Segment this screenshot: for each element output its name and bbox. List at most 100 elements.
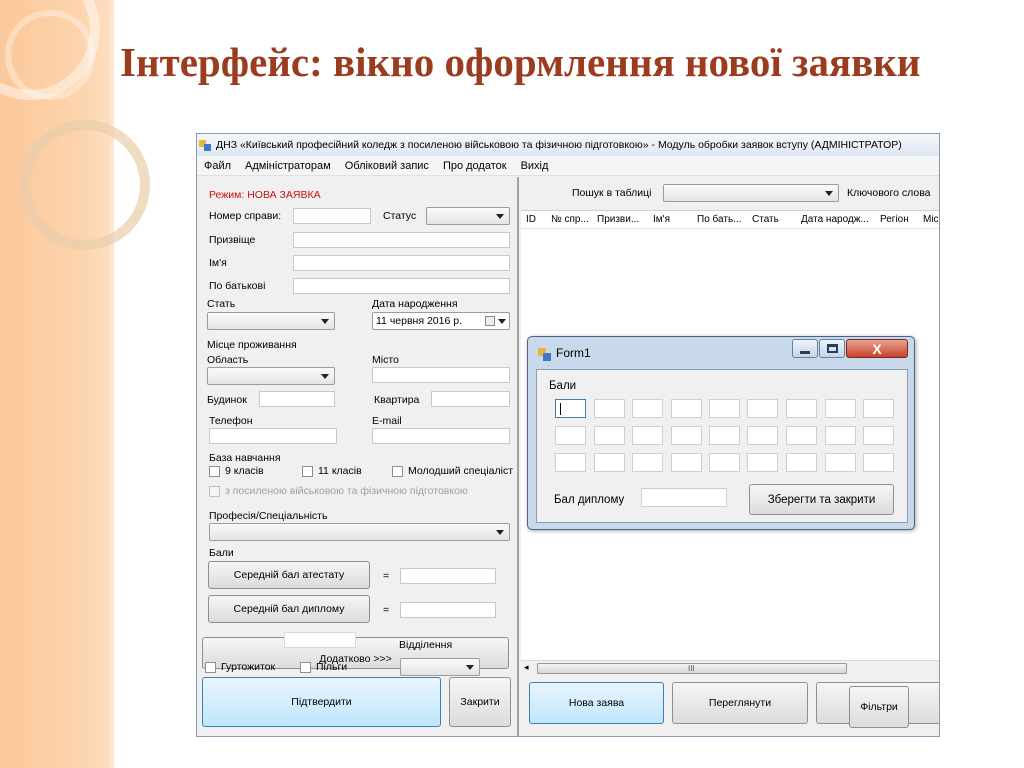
department-label: Відділення <box>399 639 453 651</box>
checkbox-box <box>300 661 311 673</box>
region-label: Область <box>207 354 249 366</box>
education-label: База навчання <box>209 452 281 464</box>
filters-button[interactable]: Фільтри <box>849 686 909 728</box>
score-input[interactable] <box>594 426 625 445</box>
birth-date-picker[interactable]: 11 червня 2016 р. <box>372 312 510 330</box>
score-input[interactable] <box>632 399 663 418</box>
score-input[interactable] <box>555 453 586 472</box>
close-button[interactable]: X <box>846 339 908 358</box>
chevron-down-icon <box>321 374 329 379</box>
score-input[interactable] <box>747 426 778 445</box>
avg-certificate-value[interactable] <box>400 568 496 584</box>
confirm-button[interactable]: Підтвердити <box>202 677 441 727</box>
grade11-checkbox[interactable]: 11 класів <box>302 465 362 477</box>
case-number-label: Номер справи: <box>209 210 282 222</box>
avg-diploma-value[interactable] <box>400 602 496 618</box>
column-header[interactable]: ID <box>526 214 536 225</box>
column-header[interactable]: Стать <box>752 214 779 225</box>
score-input[interactable] <box>594 399 625 418</box>
avg-diploma-button[interactable]: Середній бал диплому <box>208 595 370 623</box>
minimize-button[interactable] <box>792 339 818 358</box>
patronymic-input[interactable] <box>293 278 510 294</box>
junior-specialist-checkbox[interactable]: Молодший спеціаліст <box>392 465 513 477</box>
surname-input[interactable] <box>293 232 510 248</box>
military-checkbox[interactable]: з посиленою військовою та фізичною підго… <box>209 485 468 497</box>
score-input[interactable] <box>594 453 625 472</box>
maximize-button[interactable] <box>819 339 845 358</box>
score-input[interactable] <box>709 453 740 472</box>
score-input[interactable] <box>786 399 817 418</box>
column-header[interactable]: Дата народж... <box>801 214 869 225</box>
score-input[interactable] <box>825 426 856 445</box>
status-select[interactable] <box>426 207 510 225</box>
name-input[interactable] <box>293 255 510 271</box>
dormitory-checkbox[interactable]: Гуртожиток <box>205 661 275 673</box>
score-input[interactable] <box>555 399 586 418</box>
score-input[interactable] <box>709 426 740 445</box>
profession-select[interactable] <box>209 523 510 541</box>
residence-label: Місце проживання <box>207 339 297 351</box>
score-input[interactable] <box>863 426 894 445</box>
column-header[interactable]: Міс <box>923 214 939 225</box>
city-input[interactable] <box>372 367 510 383</box>
grade11-label: 11 класів <box>318 465 362 477</box>
score-input[interactable] <box>671 426 702 445</box>
scroll-left-icon[interactable]: ◂ <box>524 662 529 673</box>
chevron-down-icon <box>466 665 474 670</box>
apartment-input[interactable] <box>431 391 510 407</box>
dormitory-label: Гуртожиток <box>221 661 276 673</box>
new-application-button[interactable]: Нова заява <box>529 682 664 724</box>
sex-select[interactable] <box>207 312 335 330</box>
benefits-checkbox[interactable]: Пільги <box>300 661 347 673</box>
column-header[interactable]: № спр... <box>551 214 589 225</box>
score-input[interactable] <box>671 399 702 418</box>
column-header[interactable]: Регіон <box>880 214 909 225</box>
menu-file[interactable]: Файл <box>197 160 238 172</box>
region-select[interactable] <box>207 367 335 385</box>
score-input[interactable] <box>671 453 702 472</box>
avg-certificate-button[interactable]: Середній бал атестату <box>208 561 370 589</box>
checkbox-box <box>209 485 220 497</box>
name-label: Ім'я <box>209 257 227 269</box>
score-input[interactable] <box>632 453 663 472</box>
extra-field[interactable] <box>284 632 356 648</box>
department-select[interactable] <box>400 658 480 676</box>
diploma-score-input[interactable] <box>641 488 727 507</box>
grade9-checkbox[interactable]: 9 класів <box>209 465 264 477</box>
score-input[interactable] <box>863 453 894 472</box>
view-button[interactable]: Переглянути <box>672 682 808 724</box>
score-input[interactable] <box>786 426 817 445</box>
column-header[interactable]: Призви... <box>597 214 639 225</box>
grade9-label: 9 класів <box>225 465 264 477</box>
score-input[interactable] <box>786 453 817 472</box>
case-number-input[interactable] <box>293 208 371 224</box>
score-input[interactable] <box>825 399 856 418</box>
save-and-close-button[interactable]: Зберегти та закрити <box>749 484 894 515</box>
checkbox-box <box>209 465 220 477</box>
equals-sign: = <box>383 604 390 616</box>
search-column-select[interactable] <box>663 184 839 202</box>
menu-about[interactable]: Про додаток <box>436 160 514 172</box>
dialog-title: Form1 <box>556 346 591 360</box>
score-input[interactable] <box>747 399 778 418</box>
calendar-icon <box>485 316 495 326</box>
score-input[interactable] <box>632 426 663 445</box>
checkbox-box <box>205 661 216 673</box>
horizontal-scrollbar[interactable]: ◂ III <box>521 660 939 676</box>
column-header[interactable]: Ім'я <box>653 214 670 225</box>
score-input[interactable] <box>747 453 778 472</box>
menu-admin[interactable]: Адміністраторам <box>238 160 338 172</box>
score-input[interactable] <box>709 399 740 418</box>
score-input[interactable] <box>555 426 586 445</box>
close-form-button[interactable]: Закрити <box>449 677 511 727</box>
surname-label: Призвіще <box>209 234 256 246</box>
menu-account[interactable]: Обліковий запис <box>338 160 436 172</box>
score-input[interactable] <box>825 453 856 472</box>
house-input[interactable] <box>259 391 335 407</box>
menu-exit[interactable]: Вихід <box>514 160 556 172</box>
column-header[interactable]: По бать... <box>697 214 742 225</box>
score-input[interactable] <box>863 399 894 418</box>
scroll-thumb[interactable]: III <box>537 663 847 674</box>
phone-input[interactable] <box>209 428 337 444</box>
email-input[interactable] <box>372 428 510 444</box>
